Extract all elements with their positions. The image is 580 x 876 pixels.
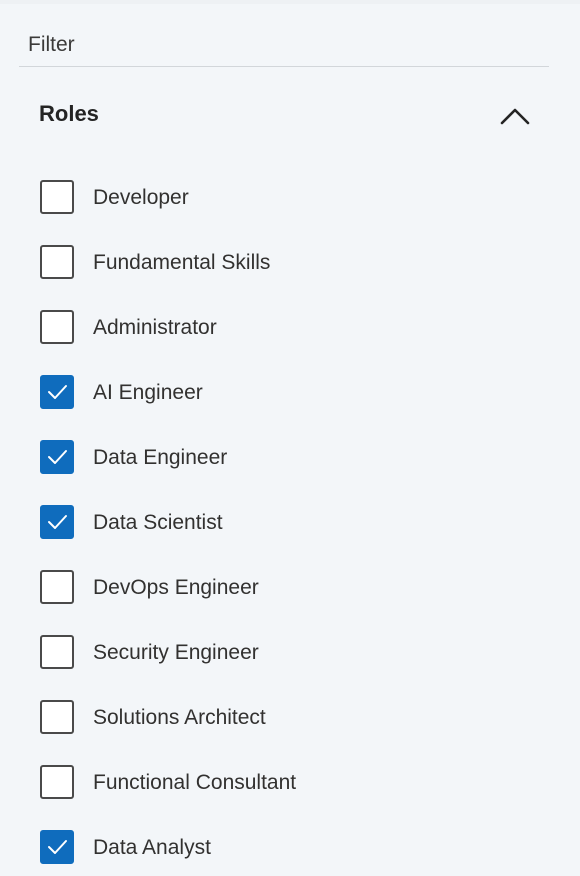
role-option-label: Solutions Architect bbox=[93, 706, 266, 729]
checkmark-icon bbox=[48, 840, 67, 854]
checkbox-ai-engineer[interactable] bbox=[40, 375, 74, 409]
role-option-functional-consultant[interactable]: Functional Consultant bbox=[38, 762, 538, 804]
checkbox-administrator[interactable] bbox=[40, 310, 74, 344]
checkmark-icon bbox=[48, 515, 67, 529]
role-option-label: Security Engineer bbox=[93, 641, 259, 664]
roles-section-toggle[interactable]: Roles bbox=[19, 90, 549, 140]
checkbox-data-analyst[interactable] bbox=[40, 830, 74, 864]
checkbox-functional-consultant[interactable] bbox=[40, 765, 74, 799]
role-option-data-scientist[interactable]: Data Scientist bbox=[38, 502, 538, 544]
checkbox-solutions-architect[interactable] bbox=[40, 700, 74, 734]
role-option-fundamental-skills[interactable]: Fundamental Skills bbox=[38, 242, 538, 284]
role-option-administrator[interactable]: Administrator bbox=[38, 307, 538, 349]
role-option-security-engineer[interactable]: Security Engineer bbox=[38, 632, 538, 674]
role-option-label: Fundamental Skills bbox=[93, 251, 271, 274]
role-option-label: Administrator bbox=[93, 316, 217, 339]
checkbox-developer[interactable] bbox=[40, 180, 74, 214]
role-option-label: Functional Consultant bbox=[93, 771, 297, 794]
role-option-label: DevOps Engineer bbox=[93, 576, 259, 599]
filter-divider bbox=[19, 66, 549, 67]
role-option-devops-engineer[interactable]: DevOps Engineer bbox=[38, 567, 538, 609]
filter-panel: Filter Roles Developer Fundamental Skill… bbox=[0, 0, 580, 876]
role-option-data-analyst[interactable]: Data Analyst bbox=[38, 827, 538, 869]
role-option-ai-engineer[interactable]: AI Engineer bbox=[38, 372, 538, 414]
top-strip bbox=[0, 0, 580, 4]
filter-heading: Filter bbox=[28, 33, 75, 56]
checkmark-icon bbox=[48, 385, 67, 399]
role-option-label: Developer bbox=[93, 186, 189, 209]
role-option-label: Data Scientist bbox=[93, 511, 223, 534]
checkbox-data-scientist[interactable] bbox=[40, 505, 74, 539]
role-option-label: Data Analyst bbox=[93, 836, 211, 859]
role-option-data-engineer[interactable]: Data Engineer bbox=[38, 437, 538, 479]
role-option-solutions-architect[interactable]: Solutions Architect bbox=[38, 697, 538, 739]
chevron-up-icon[interactable] bbox=[499, 102, 531, 128]
checkmark-icon bbox=[48, 450, 67, 464]
role-option-label: AI Engineer bbox=[93, 381, 203, 404]
role-option-developer[interactable]: Developer bbox=[38, 177, 538, 219]
roles-section-title: Roles bbox=[39, 101, 99, 126]
checkbox-fundamental-skills[interactable] bbox=[40, 245, 74, 279]
role-option-label: Data Engineer bbox=[93, 446, 228, 469]
checkbox-data-engineer[interactable] bbox=[40, 440, 74, 474]
checkbox-devops-engineer[interactable] bbox=[40, 570, 74, 604]
checkbox-security-engineer[interactable] bbox=[40, 635, 74, 669]
